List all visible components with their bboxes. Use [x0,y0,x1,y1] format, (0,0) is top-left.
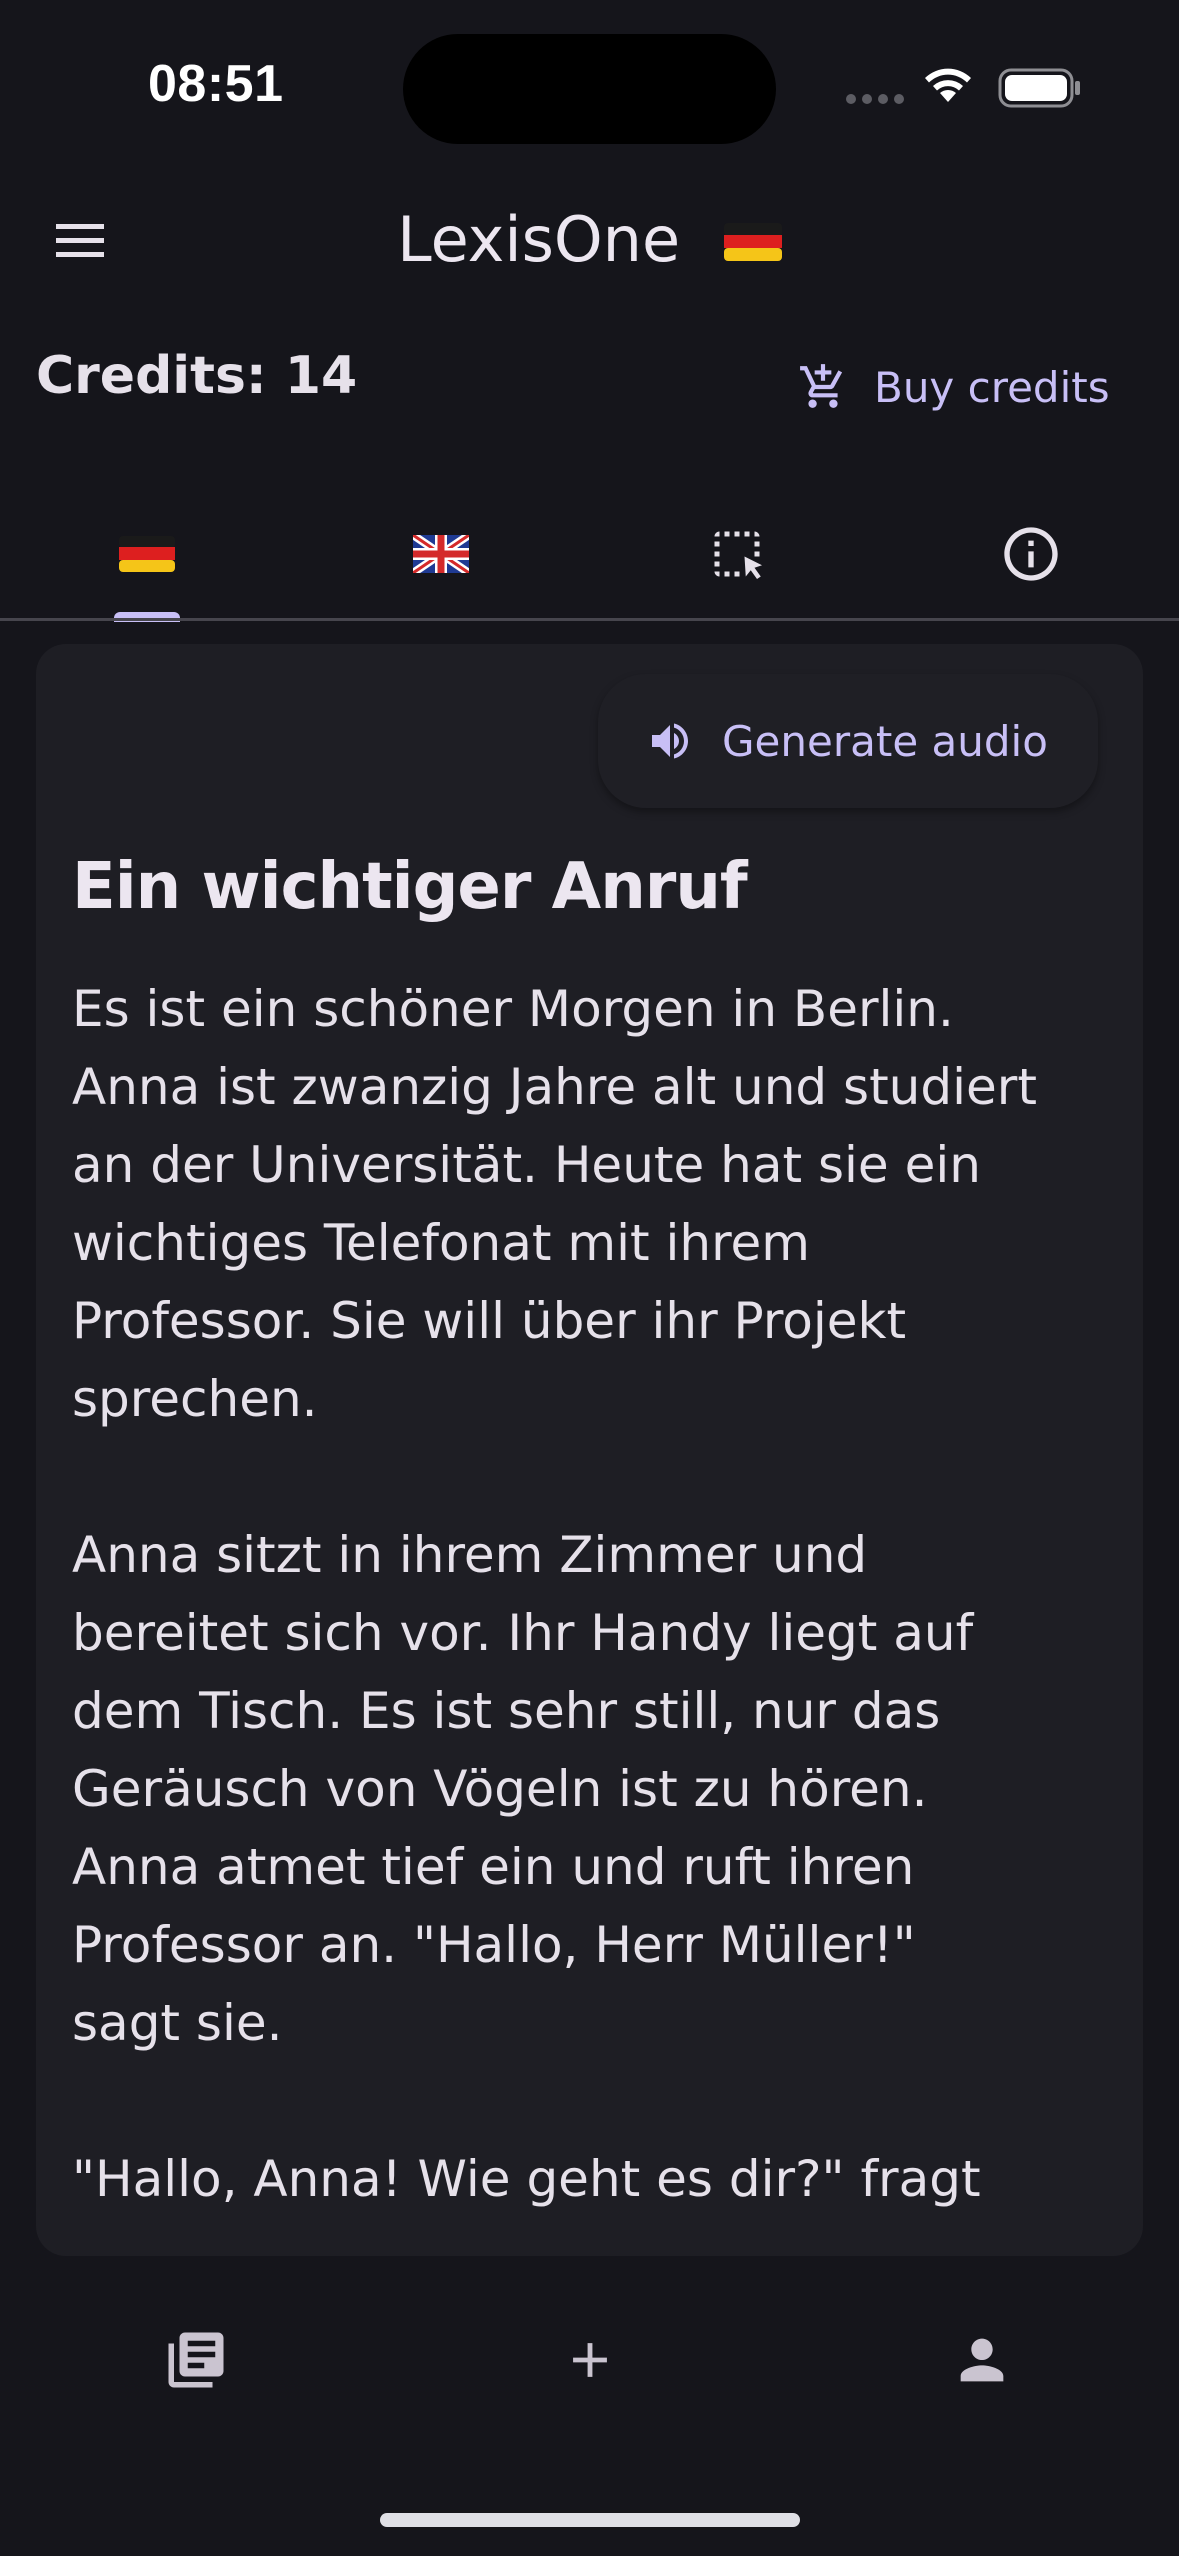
generate-audio-label: Generate audio [722,716,1048,766]
battery-icon [998,68,1080,108]
app-title: LexisOne [0,200,1179,280]
tab-english[interactable] [294,488,588,620]
nav-add[interactable] [510,2290,670,2430]
story-card: Generate audio Ein wichtiger Anruf Es is… [36,644,1143,2256]
buy-credits-label: Buy credits [874,362,1110,412]
uk-flag-icon [413,535,469,573]
app-title-text: LexisOne [397,203,681,276]
select-area-icon [714,531,762,579]
status-time: 08:51 [148,55,284,113]
status-bar: 08:51 [0,0,1179,170]
buy-credits-button[interactable]: Buy credits [798,352,1110,422]
credits-label: Credits: 14 [36,346,358,406]
home-indicator [380,2513,800,2527]
nav-account[interactable] [902,2290,1062,2430]
tabs-divider [0,618,1179,621]
generate-audio-button[interactable]: Generate audio [598,674,1098,808]
nav-library[interactable] [116,2290,276,2430]
german-flag-icon [723,200,782,280]
tab-german[interactable] [0,488,294,620]
tab-selection[interactable] [590,488,884,620]
cellular-signal-icon [846,94,904,104]
german-flag-icon [119,536,175,572]
story-title: Ein wichtiger Anruf [72,850,748,924]
add-shopping-cart-icon [800,364,843,408]
story-body: Es ist ein schöner Morgen in Berlin. Ann… [72,980,1037,2208]
account-icon [960,2338,1004,2382]
bottom-navigation [0,2290,1179,2430]
dynamic-island [403,34,776,144]
tab-info[interactable] [884,488,1178,620]
info-icon [1004,527,1058,581]
wifi-icon [925,68,971,102]
add-icon [573,2343,607,2377]
tab-bar [0,488,1179,620]
library-icon [168,2332,224,2388]
volume-up-icon [652,723,688,759]
